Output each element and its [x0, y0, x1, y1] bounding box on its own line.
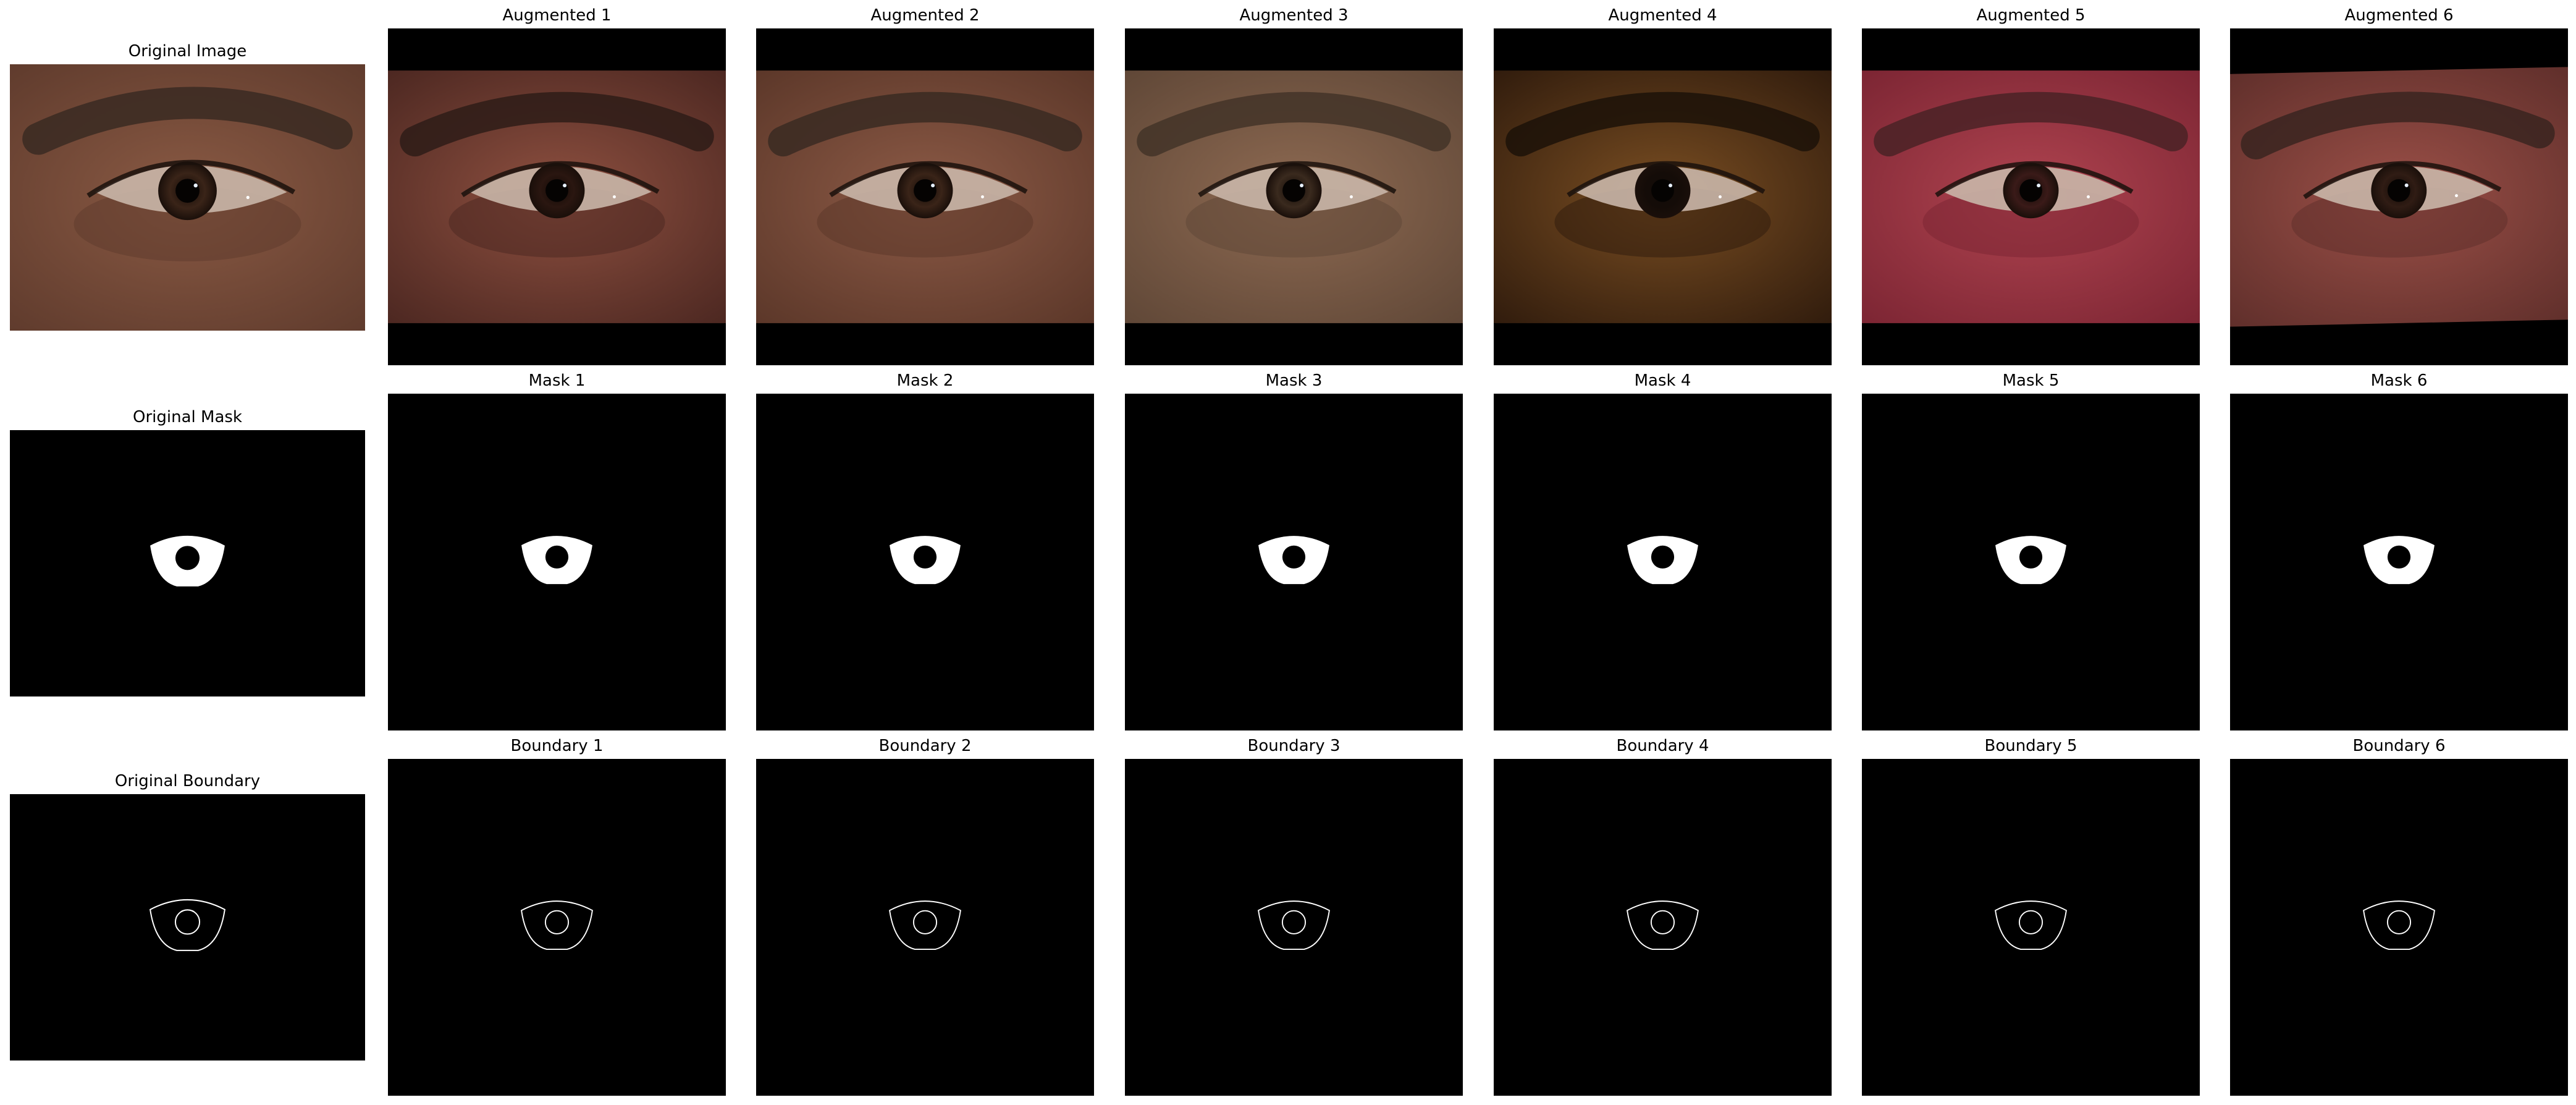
boundary-image	[1125, 759, 1463, 1096]
mask-image	[2230, 394, 2568, 730]
panel-title: Augmented 2	[870, 6, 980, 25]
image-panel: Augmented 4	[1494, 7, 1832, 365]
panel-title: Augmented 4	[1608, 6, 1717, 25]
panel-title: Augmented 1	[502, 6, 612, 25]
panel-title: Mask 1	[528, 371, 586, 390]
eye-photo-region	[1125, 70, 1463, 323]
mask-panel: Mask 6	[2230, 373, 2568, 730]
mask-image	[1494, 394, 1832, 730]
panel-title: Mask 4	[1634, 371, 1691, 390]
boundary-panel: Boundary 4	[1494, 738, 1832, 1096]
boundary-panel: Boundary 6	[2230, 738, 2568, 1096]
panel-title: Boundary 5	[1984, 737, 2077, 755]
image-panel: Augmented 3	[1125, 7, 1463, 365]
mask-image	[388, 394, 726, 730]
boundary-image	[756, 759, 1094, 1096]
mask-panel: Mask 2	[756, 373, 1094, 730]
image-panel: Augmented 1	[388, 7, 726, 365]
panel-title: Mask 6	[2370, 371, 2428, 390]
eye-photo-region	[10, 64, 365, 331]
mask-image	[1125, 394, 1463, 730]
eye-photo-region	[1862, 70, 2200, 323]
boundary-panel: Boundary 5	[1862, 738, 2200, 1096]
eye-photo-region	[756, 70, 1094, 323]
mask-panel: Mask 5	[1862, 373, 2200, 730]
iris-mask-region	[545, 545, 569, 569]
mask-image	[1862, 394, 2200, 730]
panel-title: Boundary 2	[878, 737, 972, 755]
iris-mask-region	[1651, 545, 1675, 569]
panel-title: Augmented 3	[1239, 6, 1349, 25]
eye-photo-region	[2230, 66, 2568, 328]
image-image	[10, 64, 365, 331]
eye-photo-region	[388, 70, 726, 323]
boundary-panel: Original Boundary	[10, 773, 365, 1061]
mask-image	[10, 430, 365, 696]
boundary-image	[388, 759, 726, 1096]
panel-title: Original Boundary	[114, 772, 261, 790]
image-panel: Augmented 2	[756, 7, 1094, 365]
panel-title: Mask 5	[2002, 371, 2060, 390]
mask-panel: Original Mask	[10, 409, 365, 696]
panel-title: Augmented 6	[2344, 6, 2454, 25]
boundary-image	[2230, 759, 2568, 1096]
boundary-panel: Boundary 1	[388, 738, 726, 1096]
boundary-image	[10, 794, 365, 1061]
panel-title: Augmented 5	[1976, 6, 2086, 25]
panel-title: Mask 3	[1265, 371, 1323, 390]
image-panel: Augmented 6	[2230, 7, 2568, 365]
mask-panel: Mask 1	[388, 373, 726, 730]
panel-title: Boundary 3	[1247, 737, 1341, 755]
image-image	[2230, 28, 2568, 365]
panel-title: Boundary 4	[1616, 737, 1709, 755]
boundary-panel: Boundary 2	[756, 738, 1094, 1096]
panel-title: Boundary 6	[2352, 737, 2446, 755]
panel-title: Original Image	[128, 42, 247, 61]
mask-panel: Mask 4	[1494, 373, 1832, 730]
image-image	[1862, 28, 2200, 365]
iris-mask-region	[175, 546, 200, 570]
boundary-image	[1862, 759, 2200, 1096]
mask-image	[756, 394, 1094, 730]
boundary-image	[1494, 759, 1832, 1096]
eye-photo-region	[1494, 70, 1832, 323]
panel-title: Original Mask	[133, 408, 242, 426]
panel-title: Mask 2	[896, 371, 954, 390]
image-image	[388, 28, 726, 365]
panel-title: Boundary 1	[510, 737, 604, 755]
iris-mask-region	[913, 545, 937, 569]
image-panel: Original Image	[10, 43, 365, 331]
mask-panel: Mask 3	[1125, 373, 1463, 730]
image-panel: Augmented 5	[1862, 7, 2200, 365]
iris-mask-region	[1282, 545, 1306, 569]
iris-mask-region	[2019, 545, 2043, 569]
image-image	[756, 28, 1094, 365]
boundary-panel: Boundary 3	[1125, 738, 1463, 1096]
iris-mask-region	[2387, 545, 2411, 569]
image-image	[1125, 28, 1463, 365]
image-image	[1494, 28, 1832, 365]
